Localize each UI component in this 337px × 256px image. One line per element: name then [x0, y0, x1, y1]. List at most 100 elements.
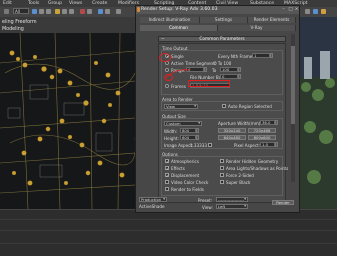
rollout-title: Common Parameters [199, 37, 245, 42]
render-production-icon[interactable] [321, 9, 326, 14]
file-number-base-spinner[interactable] [238, 74, 241, 79]
image-aspect-value: 1.33333 [190, 143, 207, 148]
menu-edit[interactable]: Edit [3, 1, 12, 6]
render-button[interactable]: Render [272, 200, 294, 205]
range-to-field[interactable]: 100 [220, 67, 238, 72]
super-black-checkbox[interactable] [220, 180, 224, 184]
select-by-name-icon[interactable] [39, 9, 44, 14]
selection-filter-dropdown[interactable]: All [13, 8, 29, 14]
preset-dropdown[interactable]: ------------------- [216, 197, 248, 202]
area-lights-checkbox[interactable] [220, 166, 224, 170]
area-to-render-dropdown[interactable]: View [164, 104, 198, 109]
view-label: View: [202, 205, 213, 210]
atmospherics-checkbox[interactable]: ✓ [165, 159, 169, 164]
file-number-base-field[interactable]: 0 [220, 74, 238, 79]
ribbon-tabs[interactable]: eling Freeform [2, 20, 37, 25]
every-nth-frame-spinner[interactable] [270, 53, 273, 58]
close-icon[interactable]: × [294, 7, 299, 12]
auto-region-checkbox[interactable] [222, 104, 226, 108]
height-field[interactable]: 600 [180, 135, 196, 140]
every-nth-frame-field[interactable]: 1 [252, 53, 270, 58]
tab-common[interactable]: Common [140, 25, 218, 31]
angle-snap-icon[interactable] [87, 9, 92, 14]
force-2-sided-label: Force 2-Sided [226, 173, 254, 178]
snap-toggle-icon[interactable] [80, 9, 85, 14]
frames-radio[interactable] [165, 84, 169, 88]
height-label: Height: [164, 136, 179, 141]
output-size-group: Custom Aperture Width(mm): 36.0 Width: 8… [161, 118, 283, 149]
preset-720x486-button[interactable]: 720x486 [248, 128, 276, 133]
activeshade-label[interactable]: ActiveShade [139, 204, 164, 209]
area-to-render-group: View Auto Region Selected [161, 101, 283, 111]
frames-highlight-box [188, 80, 230, 87]
viewport-top[interactable] [0, 33, 135, 209]
preset-640x480-button[interactable]: 640x480 [218, 135, 246, 140]
menu-tools[interactable]: Tools [28, 1, 39, 6]
scale-icon[interactable] [69, 9, 74, 14]
dialog-scrollbar-thumb[interactable] [291, 46, 295, 124]
lock-aspect-icon[interactable] [208, 143, 212, 147]
range-from-spinner[interactable] [204, 67, 207, 72]
minimize-icon[interactable]: – [281, 7, 286, 12]
width-spinner[interactable] [196, 128, 199, 133]
displacement-checkbox[interactable]: ✓ [165, 173, 169, 178]
select-object-icon[interactable] [32, 9, 37, 14]
view-dropdown[interactable]: Left [216, 204, 248, 209]
video-color-check-checkbox[interactable] [165, 180, 169, 184]
common-parameters-rollout[interactable]: − Common Parameters [158, 36, 286, 42]
render-mode-dropdown[interactable]: Production [139, 197, 167, 202]
menu-create[interactable]: Create [92, 1, 107, 6]
preset-800x600-button[interactable]: 800x600 [248, 135, 276, 140]
tab-settings[interactable]: Settings [200, 17, 248, 23]
pixel-aspect-label: Pixel Aspect: [234, 143, 261, 148]
effects-checkbox[interactable]: ✓ [165, 166, 169, 171]
aperture-width-field[interactable]: 36.0 [260, 120, 275, 125]
align-icon[interactable] [105, 9, 110, 14]
rectangular-selection-icon[interactable] [46, 9, 51, 14]
aperture-width-label: Aperture Width(mm): [218, 121, 262, 126]
aperture-width-spinner[interactable] [275, 120, 278, 125]
layer-manager-icon[interactable] [116, 9, 121, 14]
dialog-title-bar[interactable]: Render Setup: V-Ray Adv 3.60.03 – □ × [136, 6, 299, 14]
pixel-aspect-spinner[interactable] [275, 142, 278, 147]
height-spinner[interactable] [196, 135, 199, 140]
ribbon-modeling-label: Modeling [2, 27, 24, 32]
undo-icon[interactable] [4, 9, 9, 14]
tab-row-2: Common V-Ray [136, 25, 299, 31]
render-setup-dialog: Render Setup: V-Ray Adv 3.60.03 – □ × In… [135, 5, 300, 213]
render-icon[interactable] [313, 9, 318, 14]
pixel-aspect-field[interactable]: 1.0 [260, 142, 275, 147]
render-hidden-geometry-label: Render Hidden Geometry [226, 159, 279, 164]
every-nth-frame-label: Every Nth Frame: [218, 54, 254, 59]
range-to-spinner[interactable] [238, 67, 241, 72]
mirror-icon[interactable] [98, 9, 103, 14]
output-size-preset-dropdown[interactable]: Custom [164, 121, 202, 126]
video-color-check-label: Video Color Check [171, 180, 209, 185]
atmospherics-label: Atmospherics [171, 159, 199, 164]
area-lights-label: Area Lights/Shadows as Points [226, 166, 289, 171]
tab-vray[interactable]: V-Ray [218, 25, 296, 31]
tab-render-elements[interactable]: Render Elements [248, 17, 296, 23]
teapot-icon [137, 7, 140, 12]
move-icon[interactable] [55, 9, 60, 14]
render-frame-icon[interactable] [305, 9, 310, 14]
perspective-scene [300, 17, 337, 209]
width-label: Width: [164, 129, 178, 134]
site-plan-wireframe [0, 33, 135, 209]
tab-indirect-illumination[interactable]: Indirect illumination [140, 17, 200, 23]
width-field[interactable]: 800 [180, 128, 196, 133]
preset-label: Preset: [198, 198, 213, 203]
menu-views[interactable]: Views [69, 1, 82, 6]
render-to-fields-checkbox[interactable] [165, 187, 169, 191]
single-label: Single [171, 54, 184, 59]
maximize-icon[interactable]: □ [288, 7, 293, 12]
rotate-icon[interactable] [62, 9, 67, 14]
menu-group[interactable]: Group [48, 1, 62, 6]
viewport-perspective[interactable] [300, 17, 337, 209]
render-hidden-geometry-checkbox[interactable] [220, 159, 224, 163]
displacement-label: Displacement [171, 173, 200, 178]
annotation-arrow [165, 69, 191, 79]
status-bar [0, 209, 337, 256]
preset-320x240-button[interactable]: 320x240 [218, 128, 246, 133]
force-2-sided-checkbox[interactable] [220, 173, 224, 177]
